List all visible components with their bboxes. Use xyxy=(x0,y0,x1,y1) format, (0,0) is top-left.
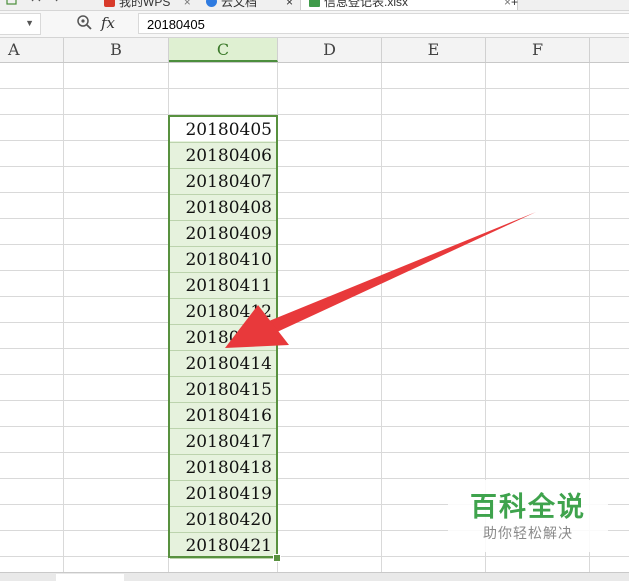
wps-icon xyxy=(104,0,115,7)
watermark-subtitle: 助你轻松解决 xyxy=(483,526,573,542)
undo-redo-icon[interactable] xyxy=(6,0,66,6)
watermark: 百科全说 助你轻松解决 xyxy=(448,480,608,552)
cloud-icon xyxy=(206,0,217,7)
zoom-icon[interactable] xyxy=(76,14,92,30)
tab-strip: 我的WPS × 云文档 × 信息登记表.xlsx × + xyxy=(0,0,629,11)
cell-c-row[interactable]: 20180417 xyxy=(170,429,276,455)
column-header-b[interactable]: B xyxy=(64,38,169,62)
column-header-c[interactable]: C xyxy=(169,38,278,62)
cell-c-row[interactable]: 20180415 xyxy=(170,377,276,403)
close-tab-icon[interactable]: × xyxy=(184,0,191,9)
tab-cloud-docs[interactable]: 云文档 xyxy=(206,0,257,10)
column-header-a[interactable]: A xyxy=(0,38,64,62)
formula-input[interactable]: 20180405 xyxy=(138,13,629,34)
tab-active-workbook[interactable]: 信息登记表.xlsx × xyxy=(300,0,518,10)
quick-access-toolbar xyxy=(6,0,66,10)
close-tab-icon[interactable]: × xyxy=(504,0,511,10)
close-tab-icon[interactable]: × xyxy=(286,0,293,10)
new-tab-button[interactable]: + xyxy=(511,0,518,10)
cell-c-row[interactable]: 20180413 xyxy=(170,325,276,351)
cell-c-row[interactable]: 20180409 xyxy=(170,221,276,247)
cell-c-row[interactable]: 20180414 xyxy=(170,351,276,377)
cell-c-row[interactable]: 20180419 xyxy=(170,481,276,507)
cell-c-row[interactable]: 20180416 xyxy=(170,403,276,429)
cell-c-row[interactable]: 20180412 xyxy=(170,299,276,325)
column-header-e[interactable]: E xyxy=(382,38,486,62)
cell-c-row[interactable]: 20180411 xyxy=(170,273,276,299)
name-box[interactable]: ▼ xyxy=(0,13,41,35)
cell-c-row[interactable]: 20180410 xyxy=(170,247,276,273)
fill-handle[interactable] xyxy=(273,554,281,562)
sheet-icon xyxy=(309,0,320,7)
column-header-d[interactable]: D xyxy=(278,38,382,62)
cell-c-row[interactable]: 20180406 xyxy=(170,143,276,169)
cell-c-row[interactable]: 20180420 xyxy=(170,507,276,533)
cell-c-row[interactable]: 20180405 xyxy=(170,117,276,143)
chevron-down-icon[interactable]: ▼ xyxy=(25,18,34,28)
function-icon[interactable]: fx xyxy=(101,14,115,32)
column-headers: A B C D E F xyxy=(0,38,629,63)
tab-my-wps[interactable]: 我的WPS × xyxy=(104,0,191,10)
watermark-title: 百科全说 xyxy=(470,492,586,523)
cell-c-row[interactable]: 20180418 xyxy=(170,455,276,481)
formula-bar: ▼ fx 20180405 xyxy=(0,11,629,38)
column-header-f[interactable]: F xyxy=(486,38,590,62)
column-c-cells: 20180405 20180406 20180407 20180408 20180409… xyxy=(170,117,276,559)
cell-c-row[interactable]: 20180407 xyxy=(170,169,276,195)
cell-c-row[interactable]: 20180421 xyxy=(170,533,276,559)
cell-c-row[interactable]: 20180408 xyxy=(170,195,276,221)
